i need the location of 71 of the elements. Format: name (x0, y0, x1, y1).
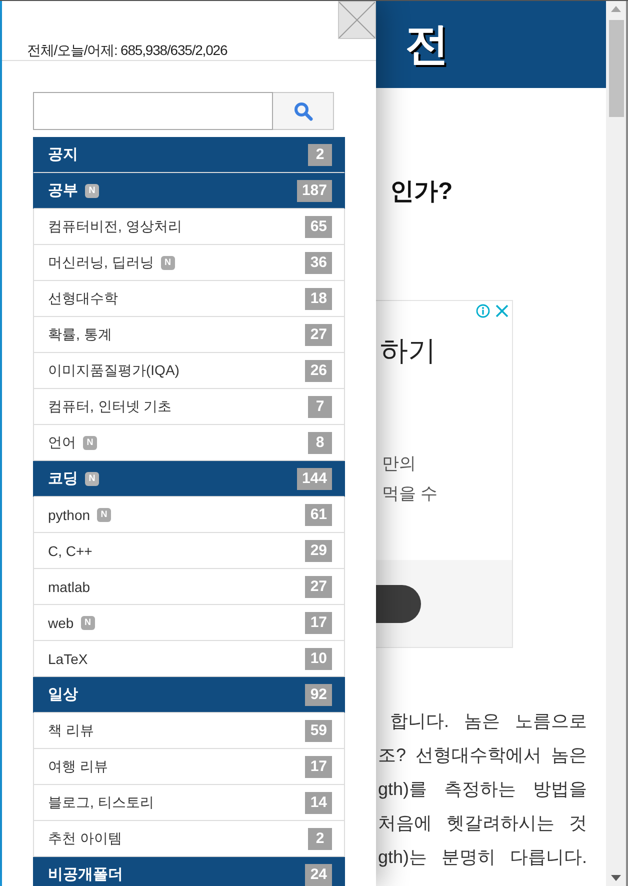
new-badge: N (97, 508, 112, 522)
subcategory-link[interactable]: matlab 27 (33, 569, 345, 605)
category-link[interactable]: 코딩 N 144 (33, 461, 345, 497)
category-link[interactable]: 공부 N 187 (33, 173, 345, 209)
banner-title: 전 (405, 20, 449, 70)
post-heading: 인가? (389, 178, 454, 206)
count-badge: 14 (305, 792, 332, 814)
subcategory-link[interactable]: 이미지품질평가(IQA) 26 (33, 353, 345, 389)
count-badge: 29 (305, 540, 332, 562)
category-link[interactable]: 일상 92 (33, 677, 345, 713)
search-icon (294, 102, 312, 120)
body-text-line: 합니다. 놈은 노름으로 (389, 710, 587, 733)
subcategory-link[interactable]: C, C++ 29 (33, 533, 345, 569)
close-button[interactable] (338, 1, 376, 39)
body-text-line: gth)는 분명히 다릅니다. (377, 846, 587, 869)
count-badge: 10 (305, 648, 332, 670)
subcategory-link[interactable]: 머신러닝, 딥러닝 N 36 (33, 245, 345, 281)
search-field[interactable] (33, 92, 273, 130)
subcategory-link[interactable]: 확률, 통계 27 (33, 317, 345, 353)
count-badge: 17 (305, 756, 332, 778)
ad-button[interactable] (376, 585, 421, 623)
count-badge: 92 (305, 684, 332, 706)
subcategory-link[interactable]: 컴퓨터비전, 영상처리 65 (33, 209, 345, 245)
count-badge: 61 (305, 504, 332, 526)
scroll-up-icon[interactable] (611, 6, 621, 12)
subcategory-link[interactable]: 컴퓨터, 인터넷 기초 7 (33, 389, 345, 425)
new-badge: N (85, 472, 99, 486)
body-text-line: gth)를 측정하는 방법을 (377, 778, 587, 801)
count-badge: 26 (305, 360, 332, 382)
new-badge: N (160, 256, 175, 270)
new-badge: N (85, 184, 99, 198)
count-badge: 8 (308, 432, 332, 454)
count-badge: 27 (305, 324, 332, 346)
scrollbar[interactable] (606, 1, 628, 886)
category-link[interactable]: 비공개폴더 24 (33, 857, 345, 886)
ad-text: 먹을 수 (381, 483, 438, 505)
subcategory-link[interactable]: python N 61 (33, 497, 345, 533)
visitor-stats: 전체/오늘/어제: 685,938/635/2,026 (27, 41, 228, 59)
subcategory-link[interactable]: LaTeX 10 (33, 641, 345, 677)
search-button[interactable] (273, 92, 334, 130)
scroll-down-icon[interactable] (611, 875, 621, 881)
close-icon (339, 2, 375, 38)
count-badge: 144 (296, 468, 332, 490)
category-link[interactable]: 공지 2 (33, 137, 345, 173)
count-badge: 2 (308, 828, 332, 850)
subcategory-link[interactable]: 선형대수학 18 (33, 281, 345, 317)
ad-close-icon[interactable] (495, 304, 509, 318)
count-badge: 7 (308, 396, 332, 418)
subcategory-link[interactable]: 책 리뷰 59 (33, 713, 345, 749)
new-badge: N (83, 436, 97, 450)
new-badge: N (80, 616, 95, 630)
count-badge: 17 (305, 612, 332, 634)
count-badge: 36 (305, 252, 332, 274)
count-badge: 27 (305, 576, 332, 598)
count-badge: 65 (305, 216, 332, 238)
count-badge: 59 (305, 720, 332, 742)
subcategory-link[interactable]: 언어 N 8 (33, 425, 345, 461)
ad-info-icon[interactable] (476, 304, 490, 318)
subcategory-link[interactable]: 여행 리뷰 17 (33, 749, 345, 785)
count-badge: 2 (308, 144, 332, 166)
subcategory-link[interactable]: 추천 아이템 2 (33, 821, 345, 857)
body-text-line: 처음에 헷갈려하시는 것 (377, 812, 587, 835)
count-badge: 24 (305, 864, 332, 886)
subcategory-link[interactable]: web N 17 (33, 605, 345, 641)
count-badge: 187 (296, 180, 332, 202)
ad-headline: 하기 (379, 335, 436, 367)
count-badge: 18 (305, 288, 332, 310)
body-text-line: 조? 선형대수학에서 놈은 (377, 744, 587, 767)
ad-text: 만의 (381, 453, 416, 475)
scrollbar-thumb[interactable] (608, 20, 624, 117)
subcategory-link[interactable]: 블로그, 티스토리 14 (33, 785, 345, 821)
